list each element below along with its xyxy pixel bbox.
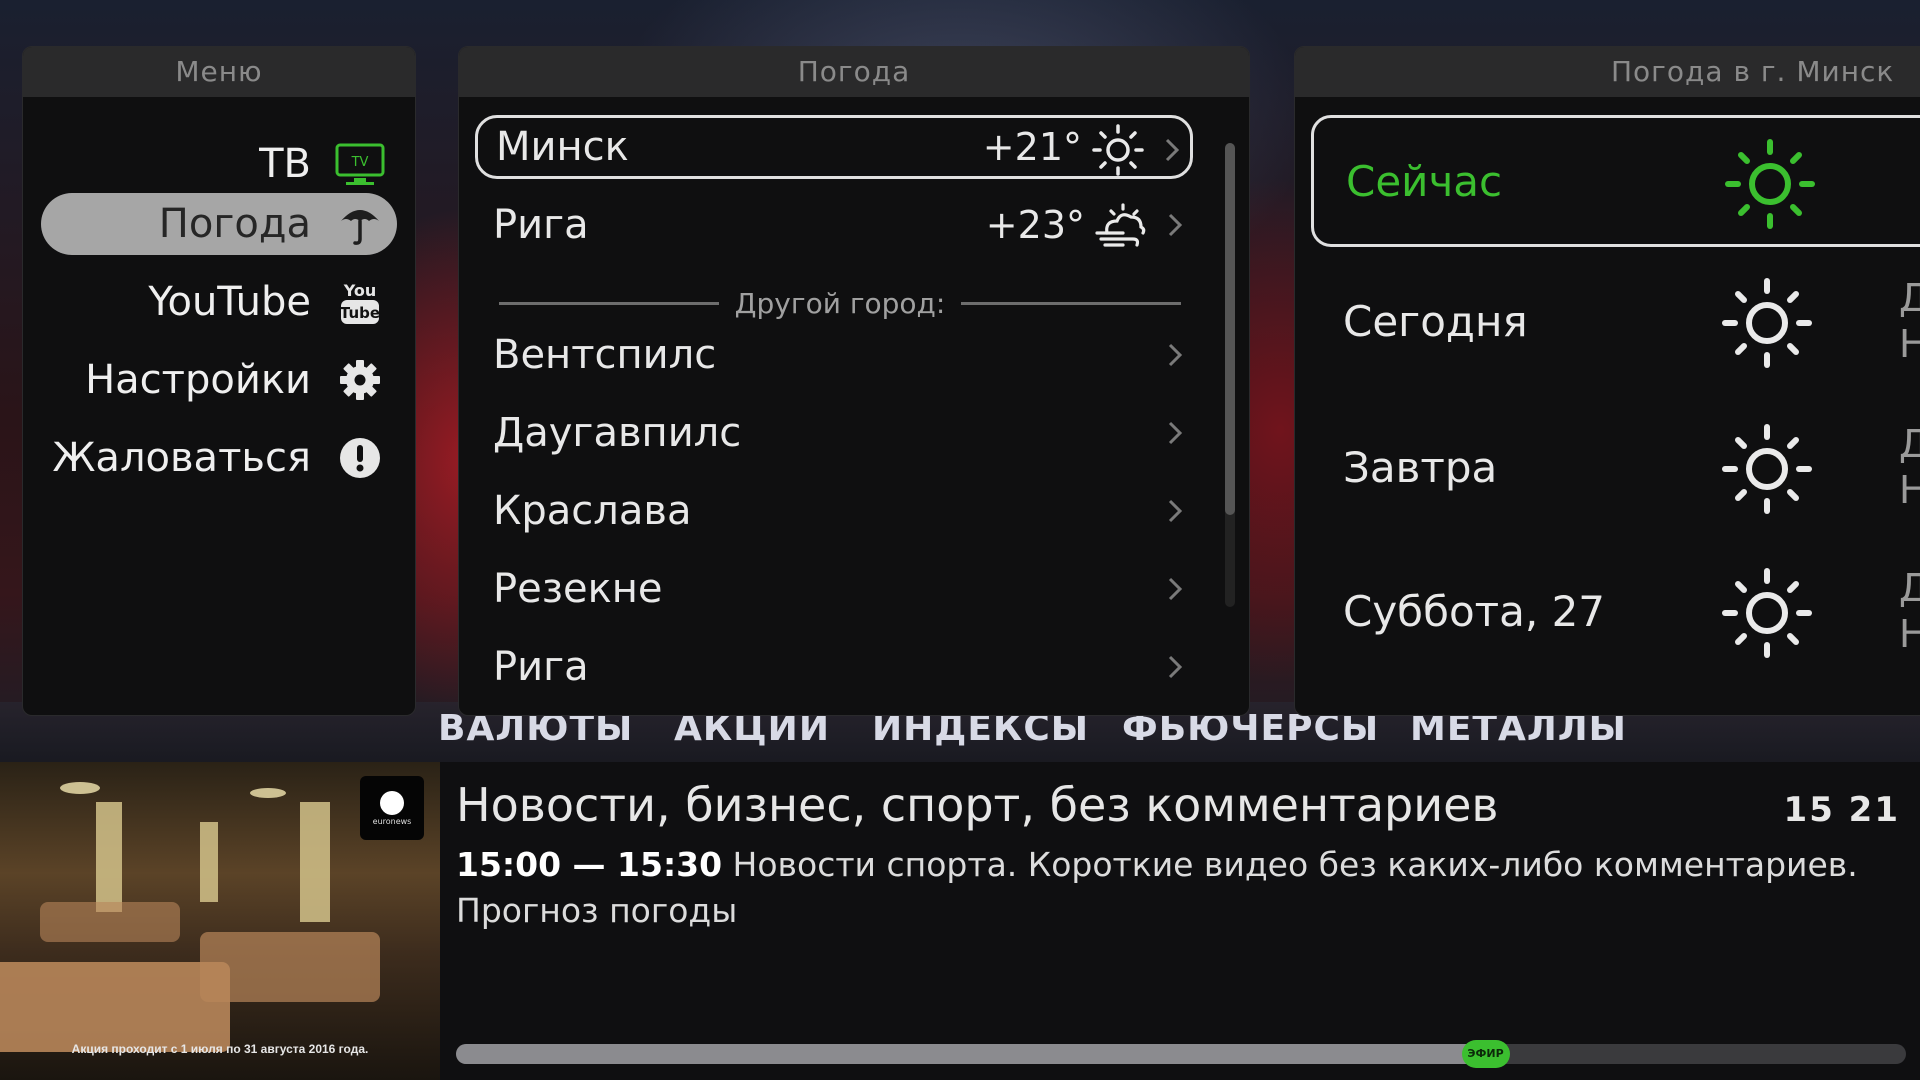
forecast-now[interactable]: Сейчас xyxy=(1311,115,1920,247)
menu-title: Меню xyxy=(23,47,415,97)
sun-icon xyxy=(1722,278,1812,368)
city-temperature: +23° xyxy=(985,203,1085,247)
city-name: Рига xyxy=(493,202,589,248)
menu-item-youtube[interactable]: YouTube You Tube xyxy=(148,271,415,333)
forecast-tomorrow[interactable]: Завтра Д Н xyxy=(1311,403,1920,531)
city-name: Минск xyxy=(496,124,629,170)
forecast-today[interactable]: Сегодня Д Н xyxy=(1311,257,1920,385)
thumbnail-caption: Акция проходит с 1 июля по 31 августа 20… xyxy=(71,1042,369,1056)
forecast-label: Сейчас xyxy=(1346,156,1503,206)
tv-icon: TV xyxy=(331,139,389,189)
forecast-label: Сегодня xyxy=(1343,296,1528,346)
city-row[interactable]: Рига xyxy=(475,635,1193,699)
city-row-minsk[interactable]: Минск +21° xyxy=(475,115,1193,179)
chevron-right-icon xyxy=(1168,343,1183,367)
menu-item-settings[interactable]: Настройки xyxy=(85,349,415,411)
gear-icon xyxy=(331,355,389,405)
city-row[interactable]: Даугавпилс xyxy=(475,401,1193,465)
city-name: Рига xyxy=(493,644,589,690)
forecast-cut-text: Д Н xyxy=(1899,421,1920,513)
city-temperature: +21° xyxy=(982,125,1082,169)
exclamation-icon xyxy=(331,433,389,483)
menu-item-weather[interactable]: Погода xyxy=(159,193,415,255)
menu-item-complain[interactable]: Жаловаться xyxy=(52,427,415,489)
umbrella-icon xyxy=(331,199,389,249)
menu-item-tv[interactable]: ТВ TV xyxy=(259,133,415,195)
forecast-panel: Погода в г. Минск Сейчас Сегодня Д Н xyxy=(1294,46,1920,716)
forecast-cut-text: Д Н xyxy=(1899,275,1920,367)
program-description: 15:00 — 15:30 Новости спорта. Короткие в… xyxy=(456,842,1896,934)
chevron-right-icon xyxy=(1168,499,1183,523)
forecast-label: Суббота, 27 xyxy=(1343,586,1606,636)
program-title: Новости, бизнес, спорт, без комментариев xyxy=(456,778,1499,832)
channel-logo: euronews xyxy=(360,776,424,840)
program-progress-fill xyxy=(456,1044,1486,1064)
city-row-riga[interactable]: Рига +23° xyxy=(475,193,1193,257)
euronews-logo-icon xyxy=(380,790,404,815)
city-name: Даугавпилс xyxy=(493,410,742,456)
other-city-divider: Другой город: xyxy=(499,283,1182,323)
city-name: Краслава xyxy=(493,488,692,534)
chevron-right-icon xyxy=(1168,577,1183,601)
cloud-wind-icon xyxy=(1095,203,1146,247)
menu-item-label: Настройки xyxy=(85,357,311,403)
city-row[interactable]: Резекне xyxy=(475,557,1193,621)
city-name: Резекне xyxy=(493,566,663,612)
chevron-right-icon xyxy=(1168,421,1183,445)
forecast-label: Завтра xyxy=(1343,442,1498,492)
city-row[interactable]: Вентспилс xyxy=(475,323,1193,387)
weather-title: Погода xyxy=(459,47,1249,97)
scrollbar-thumb[interactable] xyxy=(1225,143,1235,515)
svg-text:Tube: Tube xyxy=(340,304,380,322)
menu-item-label: Погода xyxy=(158,201,311,247)
menu-item-label: YouTube xyxy=(148,279,311,325)
sun-icon xyxy=(1725,139,1815,229)
menu-item-label: Жаловаться xyxy=(52,435,311,481)
chevron-right-icon xyxy=(1168,213,1183,237)
other-city-label: Другой город: xyxy=(734,286,946,320)
forecast-saturday[interactable]: Суббота, 27 Д Н xyxy=(1311,547,1920,675)
sun-icon xyxy=(1722,568,1812,658)
svg-text:TV: TV xyxy=(351,155,369,170)
svg-text:You: You xyxy=(343,281,377,300)
menu-panel: Меню ТВ TV Погода YouTube You Tube Настр… xyxy=(22,46,416,716)
menu-item-label: ТВ xyxy=(259,141,311,187)
channel-logo-text: euronews xyxy=(372,816,412,826)
forecast-cut-text: Д Н xyxy=(1899,565,1920,657)
clock: 15 21 xyxy=(1783,790,1900,830)
sun-icon xyxy=(1722,424,1812,514)
program-time-range: 15:00 — 15:30 xyxy=(456,845,723,884)
weather-panel: Погода Минск +21° Рига +23° Другой город… xyxy=(458,46,1250,716)
live-badge: ЭФИР xyxy=(1461,1040,1510,1068)
chevron-right-icon xyxy=(1165,138,1180,162)
program-progress-bar xyxy=(456,1044,1906,1064)
forecast-title: Погода в г. Минск xyxy=(1295,47,1920,97)
city-name: Вентспилс xyxy=(493,332,717,378)
youtube-icon: You Tube xyxy=(331,277,389,327)
sun-icon xyxy=(1092,124,1144,176)
chevron-right-icon xyxy=(1168,655,1183,679)
city-row[interactable]: Краслава xyxy=(475,479,1193,543)
